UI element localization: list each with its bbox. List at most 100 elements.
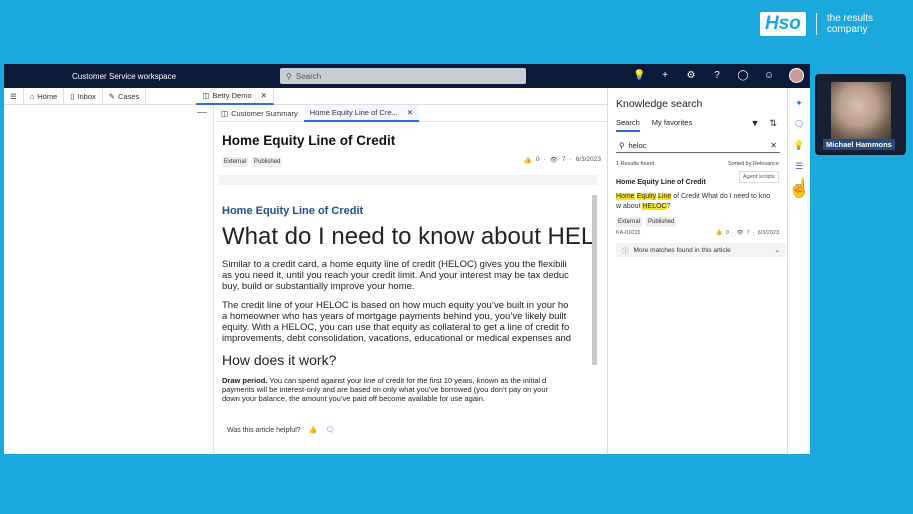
paragraph-3-line: payments will be interest-only and are b… [222,385,549,394]
result-meta: 👍 0 · 👁 7 · 6/3/2023 [715,230,779,236]
more-matches-label: More matches found in this article [633,246,731,254]
thumbs-up-icon: 👍 [715,230,723,236]
paragraph-2-line: equity. With a HELOC, you can use that e… [222,322,570,333]
highlight: Home [616,193,635,200]
tab-favorites[interactable]: My favorites [652,118,692,132]
tab-home-label: Home [37,91,58,101]
result-title[interactable]: Home Equity Line of Credit [616,179,706,186]
tab-customer-summary[interactable]: ◫ Customer Summary [215,105,304,122]
sort-icon[interactable]: ⇅ [769,118,777,129]
snippet-text: ? [666,203,671,210]
tab-article-label: Home Equity Line of Cre... [309,107,398,117]
article-title: Home Equity Line of Credit [222,133,396,148]
help-icon[interactable]: ? [711,70,723,81]
paragraph-2-line: a homeowner who has years of mortgage pa… [222,311,567,322]
article-subtabs: ◫ Customer Summary Home Equity Line of Cr… [215,104,607,122]
side-rail: ✦ 🗨 💡 ☰ ▤ [787,88,810,454]
knowledge-search-pane: Knowledge search Search My favorites ▼ ⇅… [607,88,787,454]
thumbs-up-icon[interactable]: 👍 [524,156,532,164]
tab-session[interactable]: ◫ Betty Demo ✕ [196,87,274,105]
result-date: 6/3/2023 [757,230,779,236]
results-count: 1 Results found [616,161,655,167]
highlight: Equity [636,193,657,200]
tab-article[interactable]: Home Equity Line of Cre... ✕ [303,104,420,122]
collapse-icon[interactable]: — [197,107,207,118]
chat-icon[interactable]: 🗨 [788,119,810,130]
close-icon[interactable]: ✕ [407,108,413,117]
highlight: HELOC [642,203,667,210]
knowledge-tabs: Search My favorites [616,118,692,132]
clear-icon[interactable]: ✕ [770,141,777,150]
tag-external: External [222,157,249,167]
tab-inbox[interactable]: ▯ Inbox [64,87,103,105]
search-query: heloc [628,141,647,150]
search-placeholder: Search [295,71,322,81]
thumbs-up-icon[interactable]: 👍 [309,426,318,434]
snippet-text: of Credit What do I need to kno [671,193,771,200]
paragraph-1-line: buy, build or substantially improve your… [222,281,415,292]
search-icon: ⚲ [619,141,625,150]
knowledge-title: Knowledge search [616,98,703,110]
tab-inbox-label: Inbox [77,91,96,101]
tab-cases-label: Cases [118,91,140,101]
gear-icon[interactable]: ⚙ [685,70,697,81]
views-icon: 👁 [736,230,744,236]
session-tabbar: ☰ ⌂ Home ▯ Inbox ✎ Cases ◫ Betty Demo ✕ [4,87,607,105]
likes-count: 0 [535,156,540,163]
close-icon[interactable]: ✕ [261,91,267,100]
paragraph-1-line: Similar to a credit card, a home equity … [222,259,567,270]
participant-video [831,82,891,142]
left-pane: — [4,105,214,454]
vertical-scrollbar[interactable] [592,195,597,365]
knowledge-search-input[interactable]: ⚲ heloc ✕ [616,139,780,153]
result-views: 7 [746,230,750,236]
feedback-label: Was this article helpful? [227,426,301,434]
sort-label: Sorted by Relevance [727,161,779,167]
article-tags: External Published [222,157,283,167]
app-window: Customer Service workspace ⚲ Search 💡 + … [4,64,810,454]
scripts-icon[interactable]: ☰ [788,161,810,172]
lightbulb-icon[interactable]: 💡 [788,140,810,151]
participant-name: Michael Hammons [823,139,895,150]
more-matches[interactable]: ⓘ More matches found in this article ⌄ [616,243,786,257]
app-title: Customer Service workspace [72,72,177,81]
chevron-down-icon: ⌄ [774,247,780,254]
inbox-icon: ▯ [70,91,75,101]
tag-published: Published [252,157,283,167]
tab-cases[interactable]: ✎ Cases [103,87,147,105]
views-icon: 👁 [549,157,558,164]
search-icon: ⚲ [286,71,292,81]
tab-summary-label: Customer Summary [231,108,298,118]
global-search[interactable]: ⚲ Search [280,68,526,84]
result-id: KA-01015 [616,230,641,236]
tab-home[interactable]: ⌂ Home [24,87,65,105]
result-likes: 0 [725,230,729,236]
article-meta: 👍 0 · 👁 7 · 6/3/2023 [523,156,601,164]
top-bar: Customer Service workspace ⚲ Search 💡 + … [4,64,810,88]
result-tags: External Published [616,217,677,227]
brand-header: Hso the results company [760,12,913,36]
plus-icon[interactable]: + [659,70,671,81]
article-pane: ◫ Customer Summary Home Equity Line of Cr… [215,104,607,454]
avatar[interactable] [789,68,804,83]
agent-scripts-tooltip: Agent scripts [739,171,779,183]
menu-button[interactable]: ☰ [4,87,24,105]
presence-icon[interactable]: ◯ [737,70,749,81]
paragraph-2-line: The credit line of your HELOC is based o… [222,300,569,311]
pencil-icon: ✎ [108,91,116,101]
sparkle-icon[interactable]: ✦ [788,98,810,109]
filter-icon[interactable]: ▼ [751,118,760,129]
smiley-icon[interactable]: ☺ [763,70,775,81]
session-icon: ◫ [202,90,210,100]
tab-search[interactable]: Search [616,118,640,132]
summary-icon: ◫ [221,108,229,118]
paragraph-1-line: as you need it, until you reach your cre… [222,270,569,281]
comment-icon[interactable]: 🗨 [325,426,334,434]
lightbulb-icon[interactable]: 💡 [633,70,645,81]
content-subheading: How does it work? [222,352,337,368]
brand-tagline: the results company [826,13,874,35]
paragraph-2-line: improvements, debt consolidation, vacati… [222,333,572,344]
tab-session-label: Betty Demo [212,90,252,100]
hand-cursor-icon: ☝ [788,178,811,198]
tag-external: External [616,217,643,227]
